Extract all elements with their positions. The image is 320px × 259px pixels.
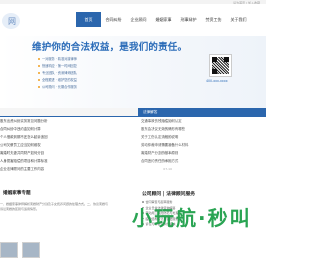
banner-slogan: 维护你的合法权益，是我们的责任。 [32,42,188,53]
logo-text: 网 [8,17,16,26]
nav-item-about[interactable]: 关于我们 [226,12,251,27]
list-item[interactable]: 关于工伤认定流程的说明 [141,133,266,141]
bullet-icon [38,86,40,88]
feature-text: 全程跟进 · 维护您的权益 [42,78,77,82]
list-item-title[interactable]: 企业法律顾问的主要工作内容 [0,165,44,173]
list-item-title[interactable]: 公司欠薪员工应当如何维权 [0,141,41,149]
feature-item: 专业团队 · 资深律师团队 [38,70,77,77]
bullet-icon [38,79,40,81]
qr-code-icon [212,57,229,74]
feature-item: 公司顾问 · 长期合作服务 [38,84,77,91]
nav-item-labor[interactable]: 劳资工伤 [201,12,226,27]
contact-phone: 400-xxx-xxxx [206,79,228,83]
list-item-title[interactable]: 合同纠纷中违约金如何计算 [0,125,41,133]
list-item-title[interactable]: 股东出资纠纷实务常见问题分析 [0,117,47,125]
nav-item-family[interactable]: 婚姻家事 [151,12,176,27]
counsel-section-title[interactable]: 公司顾问 | 法律顾问服务 [142,190,195,197]
family-topic-title[interactable]: 婚姻家事专题 [3,190,31,196]
list-item-title[interactable]: 个人借款到期不还怎么起诉追回 [0,133,47,141]
bullet-icon [38,65,40,67]
list-item-title[interactable]: 人身损害赔偿的项目和计算标准 [0,157,47,165]
nav-item-enterprise[interactable]: 企业顾问 [126,12,151,27]
feature-item: 全程跟进 · 维护您的权益 [38,77,77,84]
nav-item-contract[interactable]: 合同纠纷 [101,12,126,27]
list-item-title[interactable]: 离婚时夫妻共同财产如何分割 [0,149,44,157]
feature-text: 公司顾问 · 长期合作服务 [42,85,77,89]
list-item[interactable]: 离婚财产分割的基本原则 [141,149,266,157]
list-item[interactable]: 劳动仲裁申请需要准备什么材料 [141,141,266,149]
feature-text: 快速响应 · 第一时间回复 [42,64,77,68]
list-item[interactable]: 股东会决议无效的情形有哪些 [141,125,266,133]
list-item[interactable]: 合同违约责任的承担方式 [141,157,266,165]
site-logo[interactable]: 网 [0,10,26,32]
hero-banner: 维护你的合法权益，是我们的责任。 一对服务 · 精准对接律师 快速响应 · 第一… [0,36,266,108]
thumbnail-image[interactable] [0,242,18,258]
family-topic-desc: 一、婚姻家事律师解析离婚财产分割及子女抚养问题的处理方式。二、协议离婚与诉讼离婚… [0,202,109,211]
thumbnail-strip [0,242,40,258]
feature-item: 快速响应 · 第一时间回复 [38,63,77,70]
bullet-icon [38,58,40,60]
feature-text: 一对服务 · 精准对接律师 [42,57,77,61]
header: 网 首页 合同纠纷 企业顾问 婚姻家事 刑事辩护 劳资工伤 关于我们 [0,4,266,36]
answers-panel: 法律解答 交通事故伤残赔偿如何认定 股东会决议无效的情形有哪些 关于工伤认定流程… [138,108,266,186]
list-item[interactable]: 交通事故伤残赔偿如何认定 [141,117,266,125]
watermark: 小玩航·秒叫 [132,206,252,230]
thumbnail-image[interactable] [22,242,40,258]
qr-code [209,54,232,77]
feature-item: 一对服务 · 精准对接律师 [38,56,77,63]
answers-panel-title[interactable]: 法律解答 [138,108,266,117]
nav-item-criminal[interactable]: 刑事辩护 [176,12,201,27]
bullet-icon [38,72,40,74]
nav-item-home[interactable]: 首页 [76,12,101,27]
feature-text: 专业团队 · 资深律师团队 [42,71,77,75]
main-nav: 首页 合同纠纷 企业顾问 婚姻家事 刑事辩护 劳资工伤 关于我们 [76,12,251,27]
answers-list: 交通事故伤残赔偿如何认定 股东会决议无效的情形有哪些 关于工伤认定流程的说明 劳… [138,117,266,165]
feature-list: 一对服务 · 精准对接律师 快速响应 · 第一时间回复 专业团队 · 资深律师团… [38,56,77,91]
